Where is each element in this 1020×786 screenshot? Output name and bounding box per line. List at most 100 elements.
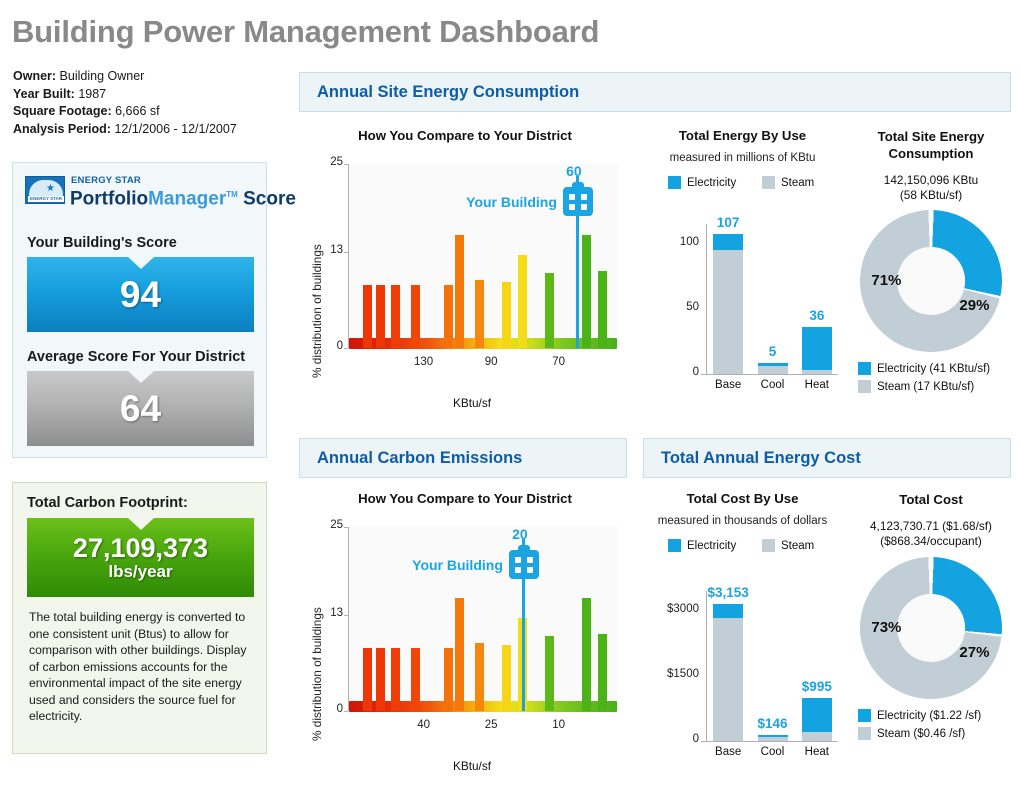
electricity-swatch-icon [668, 539, 681, 552]
y-tick-mark [344, 711, 348, 712]
logo-tm-text: TM [226, 190, 238, 199]
histogram-bar [544, 272, 554, 348]
y-tick-label: 0 [336, 703, 343, 715]
histogram-bar [597, 634, 607, 711]
y-tick-mark [344, 252, 348, 254]
histogram-bar [362, 284, 372, 348]
x-tick-label: 25 [484, 719, 498, 731]
meta-year-built-value: 1987 [78, 86, 107, 101]
y-tick-label: 25 [330, 156, 343, 168]
energy-by-use-legend-steam: Steam [762, 176, 814, 189]
meta-owner-label: Owner: [13, 69, 57, 83]
stacked-bar [757, 734, 788, 741]
logo-score-text: Score [243, 188, 296, 210]
energy-by-use-legend-electricity: Electricity [668, 176, 736, 189]
energy-by-use-chart: Total Energy By Use measured in millions… [640, 128, 845, 403]
donut-electricity-percent: 73% [871, 619, 902, 637]
energy-by-use-legend-steam-label: Steam [781, 176, 815, 189]
section-header-carbon-label: Annual Carbon Emissions [317, 448, 523, 467]
site-energy-summary-line2: (58 KBtu/sf) [899, 188, 963, 202]
x-axis [701, 741, 838, 742]
cost-by-use-subtitle: measured in thousands of dollars [657, 515, 828, 527]
meta-owner: Owner: Building Owner [13, 68, 288, 86]
donut-steam-percent: 27% [959, 643, 990, 661]
y-tick-label: $1500 [667, 667, 699, 680]
y-tick-mark [344, 348, 348, 349]
site-energy-legend-electricity: Electricity (41 KBtu/sf) [858, 362, 990, 375]
histogram-bar [518, 255, 528, 348]
histogram-bar [581, 234, 591, 348]
steam-segment [801, 732, 832, 741]
stacked-bar-total: $3,153 [707, 584, 749, 600]
y-axis [706, 591, 707, 741]
carbon-notch-icon [127, 518, 154, 530]
electricity-segment [713, 603, 744, 619]
steam-swatch-icon [858, 380, 871, 393]
meta-square-footage: Square Footage: 6,666 sf [13, 103, 288, 121]
stacked-bar [801, 697, 832, 741]
histogram-bar [455, 234, 465, 348]
your-building-label: Your Building [412, 557, 503, 573]
carbon-histogram-chart: How You Compare to Your District % distr… [300, 491, 630, 776]
energy-by-use-legend-electricity-label: Electricity [687, 176, 737, 189]
y-tick-label: 0 [692, 366, 699, 378]
histogram-bar [501, 644, 511, 711]
carbon-footprint-description: The total building energy is converted t… [29, 610, 247, 723]
carbon-histogram-title: How You Compare to Your District [358, 491, 572, 506]
energy-star-logo: ★ ENERGY STAR ENERGY STAR PortfolioManag… [25, 175, 296, 209]
section-header-cost-label: Total Annual Energy Cost [661, 448, 861, 467]
y-tick-label: 50 [686, 300, 699, 313]
histogram-bar [455, 597, 465, 711]
energy-by-use-title: Total Energy By Use [678, 128, 807, 143]
histogram-bar [597, 271, 607, 348]
electricity-segment [713, 234, 744, 251]
energy-histogram-title: How You Compare to Your District [358, 128, 572, 143]
section-header-total-annual-energy-cost: Total Annual Energy Cost [643, 438, 1011, 478]
energy-histogram-xlabel: KBtu/sf [452, 396, 492, 410]
steam-segment [757, 365, 788, 374]
meta-year-built: Year Built: 1987 [13, 86, 288, 104]
y-tick-label: 100 [679, 235, 699, 248]
logo-manager-text: Manager [148, 188, 227, 210]
x-tick-label: 70 [552, 356, 565, 368]
energy-histogram-plot: 0 13 25 60 Your Building 130 90 70 [322, 156, 622, 374]
section-header-annual-carbon-emissions: Annual Carbon Emissions [299, 438, 627, 478]
your-building-score-label: Your Building's Score [27, 235, 177, 251]
total-cost-donut-chart: Total Cost 4,123,730.71 ($1.68/sf) ($868… [848, 491, 1014, 776]
x-tick-label: 130 [414, 356, 434, 368]
cost-by-use-plot: 0 $1500 $3000 $3,153 Base $146 Cool $995 Heat [664, 573, 839, 763]
cost-by-use-title: Total Cost By Use [686, 491, 799, 506]
your-building-marker-icon [508, 545, 539, 579]
meta-square-footage-value: 6,666 sf [115, 104, 160, 118]
energy-by-use-plot: 0 50 100 107 Base 5 Cool 36 Heat [664, 206, 839, 396]
y-tick-mark [344, 164, 348, 165]
y-tick-label: 13 [330, 244, 343, 257]
histogram-bar [391, 284, 401, 348]
steam-swatch-icon [762, 176, 775, 189]
energy-star-mark-icon: ★ ENERGY STAR [25, 176, 65, 204]
histogram-bar [443, 647, 453, 711]
meta-year-built-label: Year Built: [13, 86, 75, 101]
steam-segment [801, 370, 832, 374]
histogram-bar [581, 597, 591, 711]
site-energy-donut-plot: 71% 29% [844, 194, 1018, 368]
electricity-swatch-icon [668, 176, 681, 189]
cost-by-use-legend-electricity-label: Electricity [687, 539, 737, 552]
y-axis [348, 527, 349, 711]
district-score-label: Average Score For Your District [27, 349, 246, 365]
x-tick-label: 40 [417, 719, 430, 731]
carbon-histogram-xlabel: KBtu/sf [452, 759, 492, 773]
x-axis [701, 374, 838, 375]
site-energy-donut-chart: Total Site Energy Consumption 142,150,09… [844, 128, 1018, 403]
carbon-footprint-value-box: 27,109,373 lbs/year [27, 518, 254, 597]
carbon-footprint-label: Total Carbon Footprint: [27, 495, 188, 511]
histogram-bar [362, 647, 372, 711]
district-score-value-box: 64 [27, 371, 254, 446]
site-energy-legend-steam-label: Steam (17 KBtu/sf) [877, 380, 975, 393]
carbon-footprint-value: 27,109,373 [72, 532, 209, 563]
y-tick-label: 13 [330, 607, 343, 620]
your-building-label: Your Building [466, 194, 557, 210]
carbon-histogram-plot: 0 13 25 20 Your Building 40 25 10 [322, 519, 622, 737]
histogram-bar [501, 281, 511, 348]
stacked-bar-total: 36 [809, 308, 825, 324]
